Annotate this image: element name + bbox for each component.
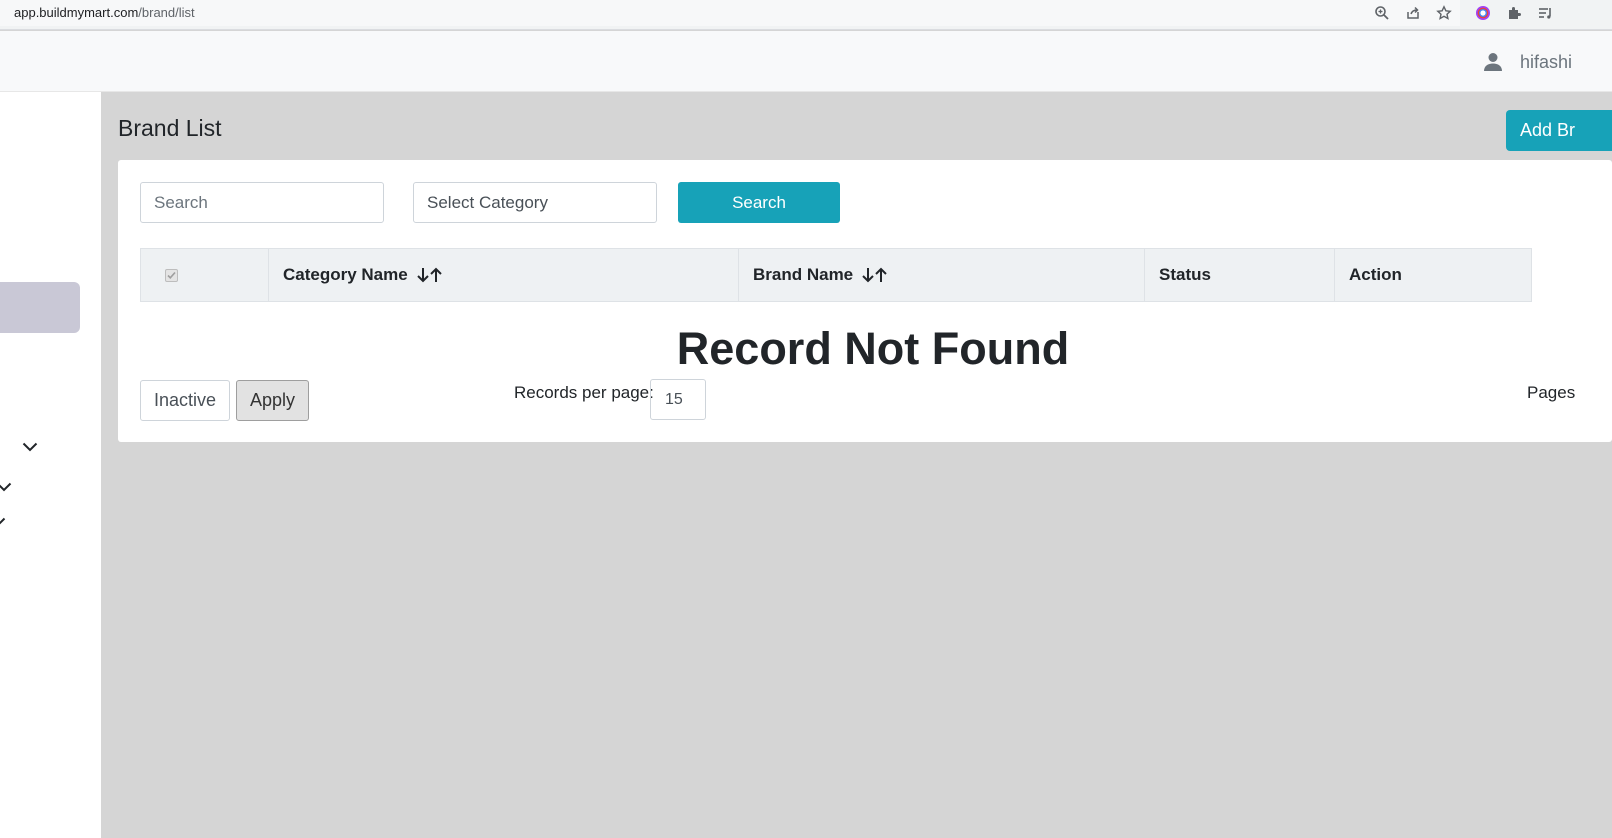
category-select[interactable]: Select Category [413,182,657,223]
inactive-button[interactable]: Inactive [140,380,231,421]
brand-list-card: Select Category Search Category Name Bra… [118,160,1612,442]
page-title: Brand List [118,115,222,141]
address-bar[interactable]: app.buildmymart.com/brand/list [0,0,1460,26]
pages-label: Pages [1527,383,1576,402]
records-per-page-label: Records per page: [514,383,654,402]
add-brand-button[interactable]: Add Br [1506,110,1612,151]
color-extension-icon[interactable] [1474,4,1492,22]
extensions-puzzle-icon[interactable] [1505,4,1523,22]
select-all-checkbox[interactable] [165,268,178,282]
bookmark-star-icon[interactable] [1435,4,1453,22]
app-header: hifashi [0,31,1612,92]
chevron-down-icon[interactable] [22,442,38,452]
chevron-down-icon[interactable] [0,517,6,527]
sort-icon[interactable] [416,266,444,284]
category-select-value: Select Category [427,192,548,212]
reading-list-icon[interactable] [1536,4,1554,22]
sort-icon[interactable] [861,266,889,284]
sidebar-active-item[interactable] [0,282,80,333]
select-all-cell [141,249,269,301]
column-header-action: Action [1349,265,1402,284]
url-text[interactable]: app.buildmymart.com/brand/list [14,5,195,20]
chevron-down-icon[interactable] [0,482,12,492]
search-button[interactable]: Search [678,182,840,223]
empty-state-message: Record Not Found [676,323,1070,374]
brand-table-header: Category Name Brand Name Status Action [140,248,1532,302]
column-header-category[interactable]: Category Name [269,249,739,301]
search-input[interactable] [140,182,384,223]
apply-button[interactable]: Apply [236,380,310,421]
user-name[interactable]: hifashi [1520,52,1572,73]
user-icon[interactable] [1482,51,1504,73]
records-per-page-input[interactable]: 15 [650,379,706,420]
share-icon[interactable] [1404,4,1422,22]
browser-toolbar: app.buildmymart.com/brand/list [0,0,1612,30]
zoom-icon[interactable] [1373,4,1391,22]
column-header-status: Status [1145,249,1335,301]
sidebar [0,92,101,838]
column-header-brand[interactable]: Brand Name [739,249,1145,301]
